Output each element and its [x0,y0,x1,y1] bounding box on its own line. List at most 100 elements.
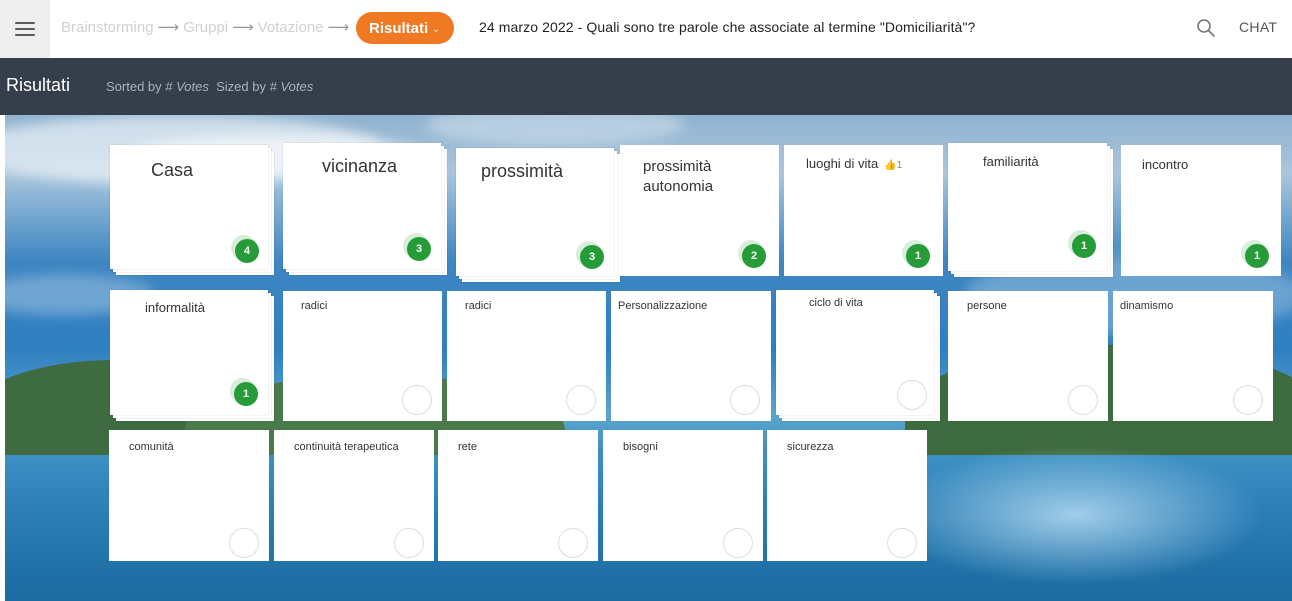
idea-card[interactable]: prossimità 3 [456,148,620,282]
card-face: vicinanza 3 [283,143,441,269]
breadcrumb: Brainstorming ⟶ Gruppi ⟶ Votazione ⟶ [61,18,353,37]
card-face: bisogni [603,430,763,561]
empty-vote-circle[interactable] [566,385,596,415]
card-label: vicinanza [322,156,398,176]
idea-card[interactable]: Casa 4 [110,145,274,275]
empty-vote-circle[interactable] [394,528,424,558]
card-label: continuità terapeutica [294,441,399,453]
empty-vote-circle[interactable] [1233,385,1263,415]
empty-vote-circle[interactable] [887,528,917,558]
idea-card[interactable]: radici [283,291,442,421]
card-label: Personalizzazione [618,300,708,312]
idea-card[interactable]: incontro 1 [1121,145,1281,276]
hamburger-icon [15,22,35,36]
card-face: prossimità 3 [456,148,614,276]
step-votazione[interactable]: Votazione [258,19,324,36]
card-face: Personalizzazione [611,291,771,421]
card-label: familiarità [983,154,1039,169]
vote-count-badge: 3 [407,237,431,261]
vote-count-badge: 1 [906,244,930,268]
idea-card[interactable]: rete [438,430,598,561]
idea-card[interactable]: sicurezza [767,430,927,561]
vote-count-badge: 3 [580,245,604,269]
arrow-icon: ⟶ [327,19,350,36]
card-label: dinamismo [1120,300,1174,312]
results-bar: Risultati Sorted by # Votes Sized by # V… [0,58,1292,115]
card-label: prossimità autonomia [643,158,714,195]
idea-card[interactable]: dinamismo [1113,291,1273,421]
idea-card[interactable]: prossimità autonomia 2 [620,145,779,276]
vote-count-badge: 4 [235,239,259,263]
idea-card[interactable]: ciclo di vita [776,290,940,421]
top-bar: Brainstorming ⟶ Gruppi ⟶ Votazione ⟶ Ris… [0,0,1292,58]
idea-card[interactable]: continuità terapeutica [274,430,434,561]
card-label: informalità [145,300,205,315]
sized-value: # Votes [269,79,314,94]
idea-card[interactable]: comunità [109,430,269,561]
vote-count-badge: 1 [1072,234,1096,258]
card-label: sicurezza [787,441,834,453]
card-face: informalità 1 [110,290,268,415]
card-label: prossimità [481,161,564,181]
card-label: Casa [151,160,194,180]
arrow-icon: ⟶ [157,19,180,36]
card-face: familiarità 1 [948,143,1107,271]
empty-vote-circle[interactable] [723,528,753,558]
step-risultati-dropdown[interactable]: Risultati ⌄ [356,12,454,44]
session-title: 24 marzo 2022 - Quali sono tre parole ch… [479,19,976,35]
idea-card[interactable]: vicinanza 3 [283,143,447,275]
step-brainstorming[interactable]: Brainstorming [61,19,154,36]
vote-count-badge: 1 [1245,244,1269,268]
card-face: sicurezza [767,430,927,561]
idea-card[interactable]: radici [447,291,606,421]
card-face: prossimità autonomia 2 [620,145,779,276]
card-label: rete [458,441,477,453]
search-icon[interactable] [1196,18,1216,38]
card-face: Casa 4 [110,145,268,269]
card-label: radici [465,300,492,312]
card-label: incontro [1142,157,1189,172]
empty-vote-circle[interactable] [897,380,927,410]
card-label: comunità [129,441,174,453]
thumbs-up-icon: 👍1 [884,160,903,171]
idea-card[interactable]: bisogni [603,430,763,561]
chat-button[interactable]: CHAT [1239,19,1277,35]
card-face: incontro 1 [1121,145,1281,276]
sorted-value: # Votes [165,79,209,94]
card-label: radici [301,300,328,312]
empty-vote-circle[interactable] [1068,385,1098,415]
card-label: ciclo di vita [809,297,863,309]
vote-count-badge: 1 [234,382,258,406]
arrow-icon: ⟶ [232,19,254,36]
card-face: ciclo di vita [776,290,934,415]
card-face: dinamismo [1113,291,1273,421]
card-face: comunità [109,430,269,561]
card-face: continuità terapeutica [274,430,434,561]
card-label: luoghi di vita 👍1 [806,156,903,171]
idea-card[interactable]: informalità 1 [110,290,274,421]
idea-card[interactable]: familiarità 1 [948,143,1113,277]
empty-vote-circle[interactable] [402,385,432,415]
idea-card[interactable]: luoghi di vita 👍1 1 [784,145,943,276]
results-title: Risultati [6,75,71,95]
vote-count-badge: 2 [742,244,766,268]
card-face: luoghi di vita 👍1 1 [784,145,943,276]
card-label: persone [967,300,1007,312]
card-label: bisogni [623,441,658,453]
card-face: radici [447,291,606,421]
sort-info[interactable]: Sorted by # Votes Sized by # Votes [106,79,313,94]
chevron-down-icon: ⌄ [432,23,440,34]
menu-button[interactable] [0,0,50,58]
card-face: rete [438,430,598,561]
empty-vote-circle[interactable] [229,528,259,558]
sorted-prefix: Sorted by [106,79,162,94]
step-gruppi[interactable]: Gruppi [183,19,228,36]
idea-card[interactable]: persone [948,291,1108,421]
idea-card[interactable]: Personalizzazione [611,291,771,421]
empty-vote-circle[interactable] [558,528,588,558]
card-face: radici [283,291,442,421]
empty-vote-circle[interactable] [730,385,760,415]
sized-prefix: Sized by [216,79,266,94]
step-risultati-label: Risultati [369,19,429,37]
card-face: persone [948,291,1108,421]
